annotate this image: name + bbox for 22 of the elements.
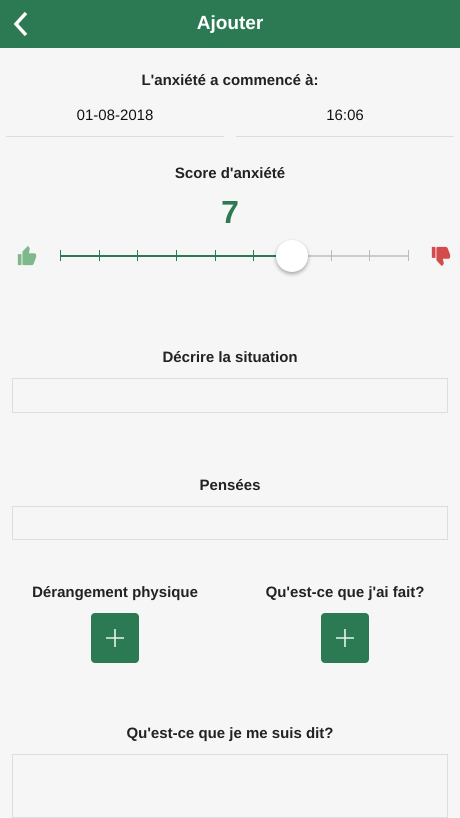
score-label: Score d'anxiété [174,165,286,182]
screen-title: Ajouter [196,13,264,35]
thumbs-down-icon [430,245,452,267]
plus-icon [336,629,354,647]
add-button[interactable] [321,613,369,663]
section-label: Dérangement physique [32,584,198,601]
field-label: Décrire la situation [161,349,299,366]
start-label: L'anxiété a commencé à: [140,72,320,89]
thumbs-up-icon [16,245,38,267]
field-label: Qu'est-ce que je me suis dit? [126,725,334,742]
text-field[interactable] [12,754,448,818]
plus-icon [106,629,124,647]
back-icon [13,11,29,37]
date-field[interactable]: 01-08-2018 [6,107,224,137]
time-field[interactable]: 16:06 [236,107,454,137]
section-label: Qu'est-ce que j'ai fait? [266,584,424,601]
add-button[interactable] [91,613,139,663]
score-value: 7 [220,194,240,231]
field-label: Pensées [198,476,262,494]
slider-thumb[interactable] [276,240,308,272]
text-field[interactable] [12,506,448,540]
text-field[interactable] [12,378,448,412]
